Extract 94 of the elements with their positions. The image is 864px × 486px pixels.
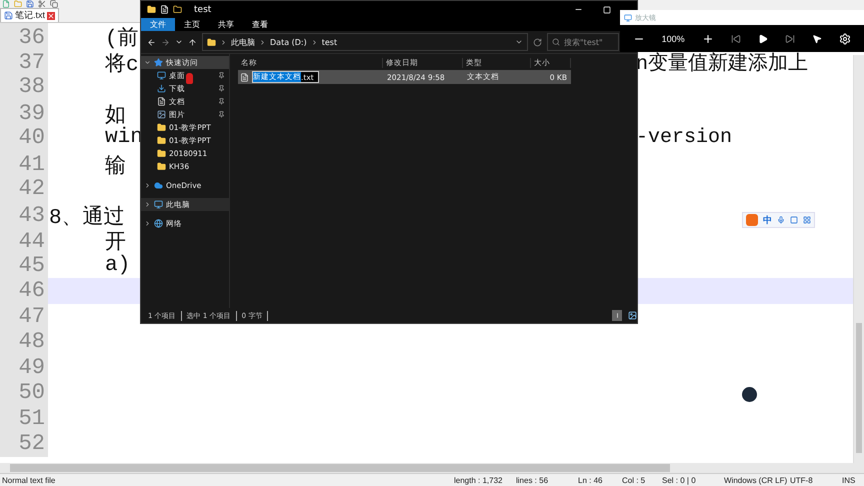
line-number: 44 xyxy=(0,227,48,255)
horizontal-scrollbar[interactable] xyxy=(0,463,864,473)
lines-info: lines : 56 xyxy=(515,476,550,484)
folder-icon xyxy=(157,136,166,145)
line-number: 46 xyxy=(0,278,48,304)
save-icon[interactable] xyxy=(26,0,34,8)
line-number: 52 xyxy=(0,431,48,456)
search-field[interactable]: 搜索"test" xyxy=(547,33,619,51)
save-icon xyxy=(4,11,13,20)
code-text: 输 xyxy=(105,154,126,178)
encoding: UTF-8 xyxy=(789,476,814,484)
code-text: a) xyxy=(105,254,130,277)
settings-icon[interactable] xyxy=(839,32,852,44)
line-ending: Windows (CR LF) xyxy=(723,476,788,484)
code-text: 开 xyxy=(105,230,126,255)
expand-icon[interactable] xyxy=(144,220,151,227)
previous-icon[interactable] xyxy=(730,34,741,44)
ribbon-tab[interactable]: 主页 xyxy=(175,18,209,31)
folder-icon xyxy=(157,123,166,132)
folder-icon xyxy=(157,162,166,171)
microphone-icon[interactable] xyxy=(777,216,785,224)
line-number: 47 xyxy=(0,304,48,329)
ribbon-tab[interactable]: 查看 xyxy=(243,18,277,31)
next-icon[interactable] xyxy=(785,34,796,44)
computer-icon xyxy=(154,200,163,209)
expand-icon[interactable] xyxy=(144,182,151,189)
line-number: 49 xyxy=(0,354,48,380)
chevron-icon xyxy=(310,38,318,46)
line-number: 36 xyxy=(0,23,48,51)
vertical-scrollbar[interactable] xyxy=(853,55,864,463)
input-mode[interactable]: 中 xyxy=(763,214,772,226)
recent-icon[interactable] xyxy=(175,38,183,46)
back-icon[interactable] xyxy=(147,38,156,46)
line-number: 42 xyxy=(0,176,48,202)
cloud-icon xyxy=(154,181,163,190)
download-icon xyxy=(157,84,166,93)
zoom-in-icon[interactable] xyxy=(702,32,714,44)
code-text: 将c xyxy=(105,52,139,76)
line-number: 40 xyxy=(0,125,48,150)
path-segment[interactable]: 此电脑 xyxy=(231,36,255,48)
dropdown-icon[interactable] xyxy=(515,38,523,46)
copy-icon[interactable] xyxy=(50,0,58,8)
network-icon xyxy=(154,219,163,228)
code-text: 8、通过 xyxy=(49,204,125,230)
line-number: 45 xyxy=(0,252,48,278)
close-icon[interactable] xyxy=(47,12,56,20)
path-segment[interactable]: Data (D:) xyxy=(270,38,307,46)
code-text: n变量值新建添加上 xyxy=(636,51,808,76)
new-file-icon[interactable] xyxy=(2,0,10,8)
column-position: Col : 5 xyxy=(621,476,646,484)
toolbox-icon[interactable] xyxy=(803,216,811,224)
line-number: 51 xyxy=(0,406,48,431)
chevron-icon xyxy=(220,38,227,46)
new-folder-icon[interactable] xyxy=(173,5,182,14)
folder-icon xyxy=(157,149,166,158)
line-position: Ln : 46 xyxy=(577,476,604,484)
line-number: 48 xyxy=(0,329,48,354)
folder-icon xyxy=(207,38,216,46)
code-text: (前 xyxy=(105,26,139,51)
expand-icon[interactable] xyxy=(144,59,151,66)
file-type: Normal text file xyxy=(1,476,56,484)
details-view-icon[interactable] xyxy=(612,310,622,321)
ribbon-tab[interactable]: 文件 xyxy=(141,18,175,31)
document-icon xyxy=(157,97,166,106)
expand-icon[interactable] xyxy=(144,201,151,208)
window-title: test xyxy=(193,4,212,14)
search-icon xyxy=(552,38,560,46)
line-number: 50 xyxy=(0,380,48,406)
desktop-icon xyxy=(157,71,166,80)
insert-mode: INS xyxy=(841,476,856,484)
text-file-icon xyxy=(240,72,249,82)
play-icon[interactable] xyxy=(758,34,768,44)
code-text: 如 xyxy=(105,104,126,128)
selection-info: Sel : 0 | 0 xyxy=(661,476,697,484)
pointer-icon[interactable] xyxy=(812,34,822,44)
cut-icon[interactable] xyxy=(38,0,46,8)
chevron-icon xyxy=(259,38,266,46)
length-info: length : 1,732 xyxy=(453,476,504,484)
picture-icon xyxy=(157,110,166,119)
zoom-level: 100% xyxy=(662,34,685,44)
refresh-icon[interactable] xyxy=(533,38,542,46)
code-text: -version xyxy=(636,126,732,150)
forward-icon[interactable] xyxy=(161,38,170,46)
up-icon[interactable] xyxy=(188,38,197,46)
file-tab[interactable]: 笔记.txt xyxy=(0,8,60,22)
ribbon-tab[interactable]: 共享 xyxy=(209,18,243,31)
thumbnail-view-icon[interactable] xyxy=(627,310,637,321)
address-bar[interactable]: 此电脑 Data (D:) test xyxy=(202,33,528,51)
path-segment[interactable]: test xyxy=(322,38,338,46)
maximize-icon[interactable] xyxy=(603,6,611,14)
line-number: 38 xyxy=(0,74,48,100)
folder-icon xyxy=(147,5,156,14)
properties-icon[interactable] xyxy=(160,5,169,14)
star-icon xyxy=(154,58,163,67)
